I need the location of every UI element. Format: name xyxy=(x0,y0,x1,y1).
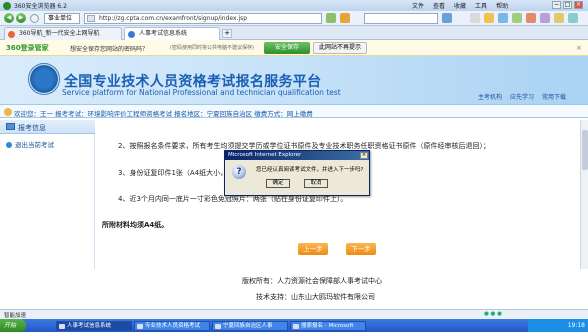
toolbar-icon-2[interactable] xyxy=(498,13,508,23)
taskbar-item-label: 专业技术人员资格考试 xyxy=(145,323,201,329)
taskbar-item-exam[interactable]: 人事考试信息系统 xyxy=(56,321,132,331)
bullet-icon xyxy=(6,142,12,148)
cpta-logo-icon xyxy=(28,63,60,95)
close-window-button[interactable]: × xyxy=(574,1,583,9)
link-exam-authority[interactable]: 主考机构 xyxy=(478,92,502,101)
page-footer xyxy=(96,269,580,309)
tab-label: 人事考试信息系统 xyxy=(139,30,188,37)
sidebar-item-exit-exam[interactable]: 退出当前考试 xyxy=(6,139,54,149)
tab-exam-system[interactable]: 人事考试信息系统 xyxy=(124,27,220,40)
sidebar-item-label: 退出当前考试 xyxy=(15,141,54,149)
materials-note: 所附材料均须A4纸。 xyxy=(102,221,169,229)
scrollbar-thumb[interactable] xyxy=(582,130,588,170)
sidebar-header: 报考信息 xyxy=(0,120,95,134)
question-icon: ? xyxy=(232,165,246,179)
vertical-scrollbar[interactable] xyxy=(580,120,588,269)
dialog-cancel-button[interactable]: 取消 xyxy=(304,179,328,188)
taskbar-item-search[interactable]: 搜索报名 - Microsoft xyxy=(290,321,366,331)
taskbar-item-qualification[interactable]: 专业技术人员资格考试 xyxy=(134,321,210,331)
rss-icon[interactable] xyxy=(340,13,350,23)
url-text: http://zg.cpta.com.cn/examfront/signup/i… xyxy=(99,15,248,22)
bar-brand: 360登录管家 xyxy=(6,44,49,52)
dialog-title: Microsoft Internet Explorer xyxy=(225,151,369,160)
go-icon[interactable] xyxy=(326,13,336,23)
toolbar-icon-4[interactable] xyxy=(526,13,536,23)
never-prompt-button[interactable]: 此网站不再提示 xyxy=(313,42,367,54)
search-input[interactable] xyxy=(364,13,438,24)
toolbar-icon-5[interactable] xyxy=(540,13,550,23)
save-password-button[interactable]: 安全保存 xyxy=(264,42,310,54)
tab-favicon-icon xyxy=(128,31,135,38)
search-icon[interactable] xyxy=(442,13,452,23)
taskbar-app-icon xyxy=(59,324,65,329)
banner-subtitle: Service platform for National Profession… xyxy=(62,88,341,97)
taskbar-app-icon xyxy=(137,324,143,329)
close-bar-icon[interactable]: × xyxy=(576,44,582,52)
toolbar-icon-3[interactable] xyxy=(512,13,522,23)
system-tray: 19:18 xyxy=(528,319,588,332)
address-toolbar: ◀ ▶ 事业单位 http://zg.cpta.com.cn/examfront… xyxy=(0,11,588,26)
menu-favorites[interactable]: 收藏 xyxy=(454,1,466,10)
menu-tools[interactable]: 工具 xyxy=(475,1,487,10)
menu-file[interactable]: 文件 xyxy=(412,1,424,10)
taskbar-item-label: 搜索报名 - Microsoft xyxy=(301,323,354,329)
status-text: 智能加速 xyxy=(4,313,27,319)
password-save-bar: 360登录管家 想安全保存您网站的密码吗？ (密码使用同时将公共电脑不建议保存)… xyxy=(0,40,588,56)
tab-360-nav[interactable]: 360导航_新一代安全上网导航 xyxy=(4,27,122,40)
link-downloads[interactable]: 常用下载 xyxy=(542,92,566,101)
folder-icon xyxy=(6,123,15,130)
taskbar-item-label: 人事考试信息系统 xyxy=(67,323,112,329)
footer-support: 技术支持：山东山大鸥玛软件有限公司 xyxy=(256,293,375,301)
user-info-text: 欢迎您：王一 报考考试：环境影响评价工程师资格考试 报名地区：宁夏回族自治区 缴… xyxy=(14,110,313,118)
link-learn[interactable]: 应先学习 xyxy=(510,92,534,101)
refresh-icon[interactable] xyxy=(30,14,39,23)
taskbar-item-label: 宁夏回族自治区人事 xyxy=(223,323,273,329)
favorites-icon[interactable] xyxy=(484,13,494,23)
taskbar-app-icon xyxy=(215,324,221,329)
browser-status-bar: 智能加速 ● ● ● xyxy=(0,309,588,319)
user-icon xyxy=(4,108,12,116)
taskbar-app-icon xyxy=(293,324,299,329)
top-links: 主考机构 应先学习 常用下载 xyxy=(478,92,566,101)
tab-bar: 360导航_新一代安全上网导航 人事考试信息系统 + xyxy=(0,26,588,40)
start-button[interactable]: 开始 xyxy=(0,319,26,332)
url-input[interactable]: http://zg.cpta.com.cn/examfront/signup/i… xyxy=(84,13,322,24)
minimize-button[interactable]: − xyxy=(552,1,561,9)
browser-logo-icon xyxy=(3,2,11,10)
menu-help[interactable]: 帮助 xyxy=(496,1,508,10)
browser-menu-bar: 文件 查看 收藏 工具 帮助 xyxy=(412,1,508,10)
toolbar-icon-6[interactable] xyxy=(554,13,564,23)
clock: 19:18 xyxy=(567,322,585,329)
user-info-row: 欢迎您：王一 报考考试：环境影响评价工程师资格考试 报名地区：宁夏回族自治区 缴… xyxy=(0,104,588,118)
maximize-button[interactable]: □ xyxy=(563,1,572,9)
toolbar-icon-1[interactable] xyxy=(470,13,480,23)
tab-favicon-icon xyxy=(8,31,15,38)
forward-button[interactable]: ▶ xyxy=(16,13,26,23)
browser-title-bar: 360安全浏览器 6.2 文件 查看 收藏 工具 帮助 − □ × xyxy=(0,0,588,11)
footer-copyright: 版权所有：人力资源社会保障部人事考试中心 xyxy=(242,277,382,285)
page-icon xyxy=(87,15,95,22)
dialog-ok-button[interactable]: 确定 xyxy=(266,179,290,188)
back-button[interactable]: ◀ xyxy=(4,13,14,23)
status-icons: ● ● ● xyxy=(484,311,502,317)
tab-label: 360导航_新一代安全上网导航 xyxy=(19,30,100,37)
bar-question: 想安全保存您网站的密码吗？ xyxy=(70,46,149,53)
next-step-button[interactable]: 下一步 xyxy=(346,243,376,255)
browser-title: 360安全浏览器 6.2 xyxy=(14,3,67,10)
dialog-close-button[interactable]: × xyxy=(360,152,368,159)
toolbar-icon-7[interactable] xyxy=(568,13,578,23)
new-tab-button[interactable]: + xyxy=(222,29,232,38)
sidebar-heading: 报考信息 xyxy=(18,124,46,132)
menu-view[interactable]: 查看 xyxy=(433,1,445,10)
taskbar-item-ningxia[interactable]: 宁夏回族自治区人事 xyxy=(212,321,288,331)
bar-subtext: (密码使用同时将公共电脑不建议保存) xyxy=(170,45,254,51)
prev-step-button[interactable]: 上一步 xyxy=(298,243,328,255)
dialog-message: 您已经认真阅读考试文件，并进入下一步吗? xyxy=(256,167,364,173)
zone-dropdown[interactable]: 事业单位 xyxy=(44,13,80,24)
